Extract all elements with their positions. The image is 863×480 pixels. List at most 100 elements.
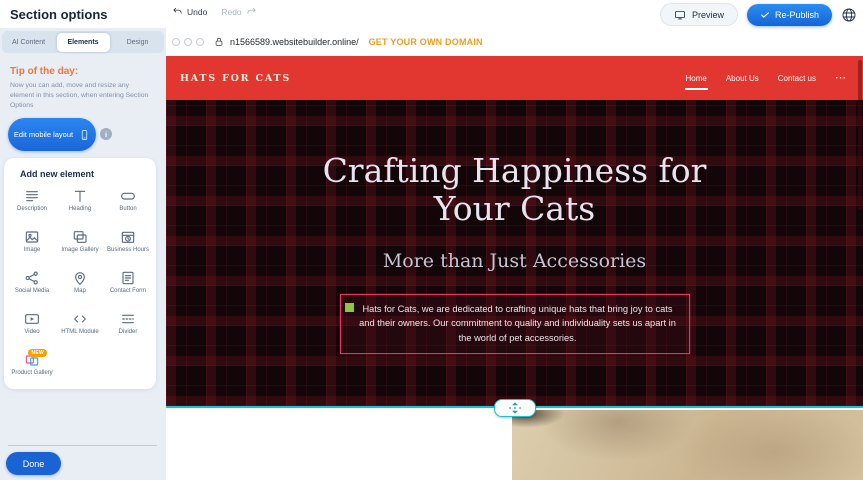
social-media-icon bbox=[24, 270, 40, 286]
republish-button[interactable]: Re-Publish bbox=[747, 4, 832, 26]
edit-mobile-layout-button[interactable]: Edit mobile layout bbox=[8, 118, 96, 151]
element-item-html-module[interactable]: HTML Module bbox=[56, 307, 104, 348]
tip-title: Tip of the day: bbox=[10, 66, 152, 77]
site-url: n1566589.websitebuilder.online/ bbox=[230, 37, 359, 47]
element-label: Heading bbox=[69, 206, 91, 213]
code-icon bbox=[72, 311, 88, 327]
element-item-video[interactable]: Video bbox=[8, 307, 56, 348]
tip-of-the-day: Tip of the day: Now you can add, move an… bbox=[10, 66, 152, 112]
image-gallery-icon bbox=[72, 229, 88, 245]
element-drag-handle[interactable] bbox=[345, 303, 354, 312]
page-title: Section options bbox=[10, 7, 108, 22]
hero-subheading[interactable]: More than Just Accessories bbox=[166, 250, 863, 272]
element-label: Description bbox=[17, 206, 47, 213]
element-item-business-hours[interactable]: Business Hours bbox=[104, 225, 152, 266]
element-label: Social Media bbox=[15, 288, 49, 295]
new-badge: NEW bbox=[28, 349, 47, 357]
tab-elements[interactable]: Elements bbox=[57, 33, 110, 52]
mobile-phone-icon bbox=[79, 128, 90, 142]
globe-icon bbox=[841, 7, 857, 23]
heading-icon bbox=[72, 188, 88, 204]
hero-body-text: Hats for Cats, we are dedicated to craft… bbox=[359, 304, 676, 343]
element-label: Map bbox=[74, 288, 86, 295]
divider-icon bbox=[120, 311, 136, 327]
section-options-sidebar: AI Content Elements Design Tip of the da… bbox=[0, 28, 166, 480]
check-icon bbox=[760, 10, 770, 20]
site-header: HATS FOR CATS Home About Us Contact us ⋯ bbox=[166, 56, 863, 100]
hero-text-element-selected[interactable]: Hats for Cats, we are dedicated to craft… bbox=[340, 294, 690, 354]
toolbar-actions: Preview Re-Publish bbox=[660, 3, 857, 26]
video-icon bbox=[24, 311, 40, 327]
nav-about-us[interactable]: About Us bbox=[725, 71, 760, 86]
element-item-social-media[interactable]: Social Media bbox=[8, 266, 56, 307]
element-label: Divider bbox=[119, 329, 138, 336]
button-icon bbox=[120, 188, 136, 204]
redo-icon bbox=[246, 6, 257, 17]
hero-heading[interactable]: Crafting Happiness for Your Cats bbox=[285, 100, 745, 228]
contact-form-icon bbox=[120, 270, 136, 286]
map-pin-icon bbox=[72, 270, 88, 286]
element-grid: Description Heading Button Image Image G… bbox=[4, 182, 156, 389]
info-button[interactable]: i bbox=[100, 128, 112, 140]
next-section-area bbox=[166, 408, 863, 480]
get-domain-link[interactable]: GET YOUR OWN DOMAIN bbox=[369, 37, 483, 47]
lock-icon bbox=[214, 37, 224, 47]
undo-icon bbox=[172, 6, 183, 17]
element-item-button[interactable]: Button bbox=[104, 184, 152, 225]
top-toolbar: Section options Undo Redo Preview Re-Pub… bbox=[0, 0, 863, 28]
window-dot-icon bbox=[196, 38, 204, 46]
redo-button[interactable]: Redo bbox=[221, 6, 256, 17]
republish-label: Re-Publish bbox=[775, 10, 819, 20]
resize-arrows-icon bbox=[507, 402, 523, 414]
nav-more-icon[interactable]: ⋯ bbox=[834, 71, 847, 85]
site-nav: Home About Us Contact us ⋯ bbox=[685, 71, 848, 86]
sidebar-divider bbox=[8, 445, 157, 446]
history-controls: Undo Redo bbox=[172, 6, 257, 17]
element-label: Image bbox=[24, 247, 41, 254]
site-canvas: HATS FOR CATS Home About Us Contact us ⋯… bbox=[166, 56, 863, 480]
element-label: Contact Form bbox=[110, 288, 146, 295]
tab-ai-content[interactable]: AI Content bbox=[2, 31, 55, 53]
element-item-heading[interactable]: Heading bbox=[56, 184, 104, 225]
element-item-divider[interactable]: Divider bbox=[104, 307, 152, 348]
nav-home[interactable]: Home bbox=[685, 71, 708, 86]
redo-label: Redo bbox=[221, 7, 241, 17]
business-hours-icon bbox=[120, 229, 136, 245]
element-item-image-gallery[interactable]: Image Gallery bbox=[56, 225, 104, 266]
page-scrollbar[interactable] bbox=[858, 60, 862, 210]
edit-mobile-label: Edit mobile layout bbox=[14, 130, 73, 139]
element-label: Video bbox=[24, 329, 39, 336]
sidebar-tabs: AI Content Elements Design bbox=[2, 31, 164, 53]
tab-design[interactable]: Design bbox=[111, 31, 164, 53]
section-resize-handle[interactable] bbox=[494, 399, 536, 417]
description-icon bbox=[24, 188, 40, 204]
element-item-description[interactable]: Description bbox=[8, 184, 56, 225]
element-label: Button bbox=[119, 206, 136, 213]
element-item-product-gallery[interactable]: NEW Product Gallery bbox=[8, 348, 56, 389]
element-label: Product Gallery bbox=[11, 370, 52, 377]
site-logo[interactable]: HATS FOR CATS bbox=[180, 73, 291, 84]
element-item-map[interactable]: Map bbox=[56, 266, 104, 307]
app-window: Section options Undo Redo Preview Re-Pub… bbox=[0, 0, 863, 480]
element-label: Business Hours bbox=[107, 247, 149, 254]
element-item-image[interactable]: Image bbox=[8, 225, 56, 266]
element-label: HTML Module bbox=[61, 329, 98, 336]
preview-label: Preview bbox=[692, 10, 724, 20]
preview-button[interactable]: Preview bbox=[660, 3, 738, 26]
monitor-icon bbox=[674, 9, 686, 21]
window-dot-icon bbox=[184, 38, 192, 46]
next-section-image[interactable] bbox=[512, 410, 863, 480]
add-element-title: Add new element bbox=[4, 158, 156, 182]
element-item-contact-form[interactable]: Contact Form bbox=[104, 266, 152, 307]
nav-contact-us[interactable]: Contact us bbox=[777, 71, 817, 86]
undo-button[interactable]: Undo bbox=[172, 6, 207, 17]
add-element-panel: Add new element Description Heading Butt… bbox=[4, 158, 156, 389]
hero-section[interactable]: Crafting Happiness for Your Cats More th… bbox=[166, 100, 863, 406]
done-button[interactable]: Done bbox=[6, 452, 61, 475]
image-icon bbox=[24, 229, 40, 245]
tip-body: Now you can add, move and resize any ele… bbox=[10, 81, 152, 112]
window-dot-icon bbox=[172, 38, 180, 46]
element-label: Image Gallery bbox=[61, 247, 98, 254]
language-globe-button[interactable] bbox=[841, 7, 857, 23]
undo-label: Undo bbox=[187, 7, 207, 17]
